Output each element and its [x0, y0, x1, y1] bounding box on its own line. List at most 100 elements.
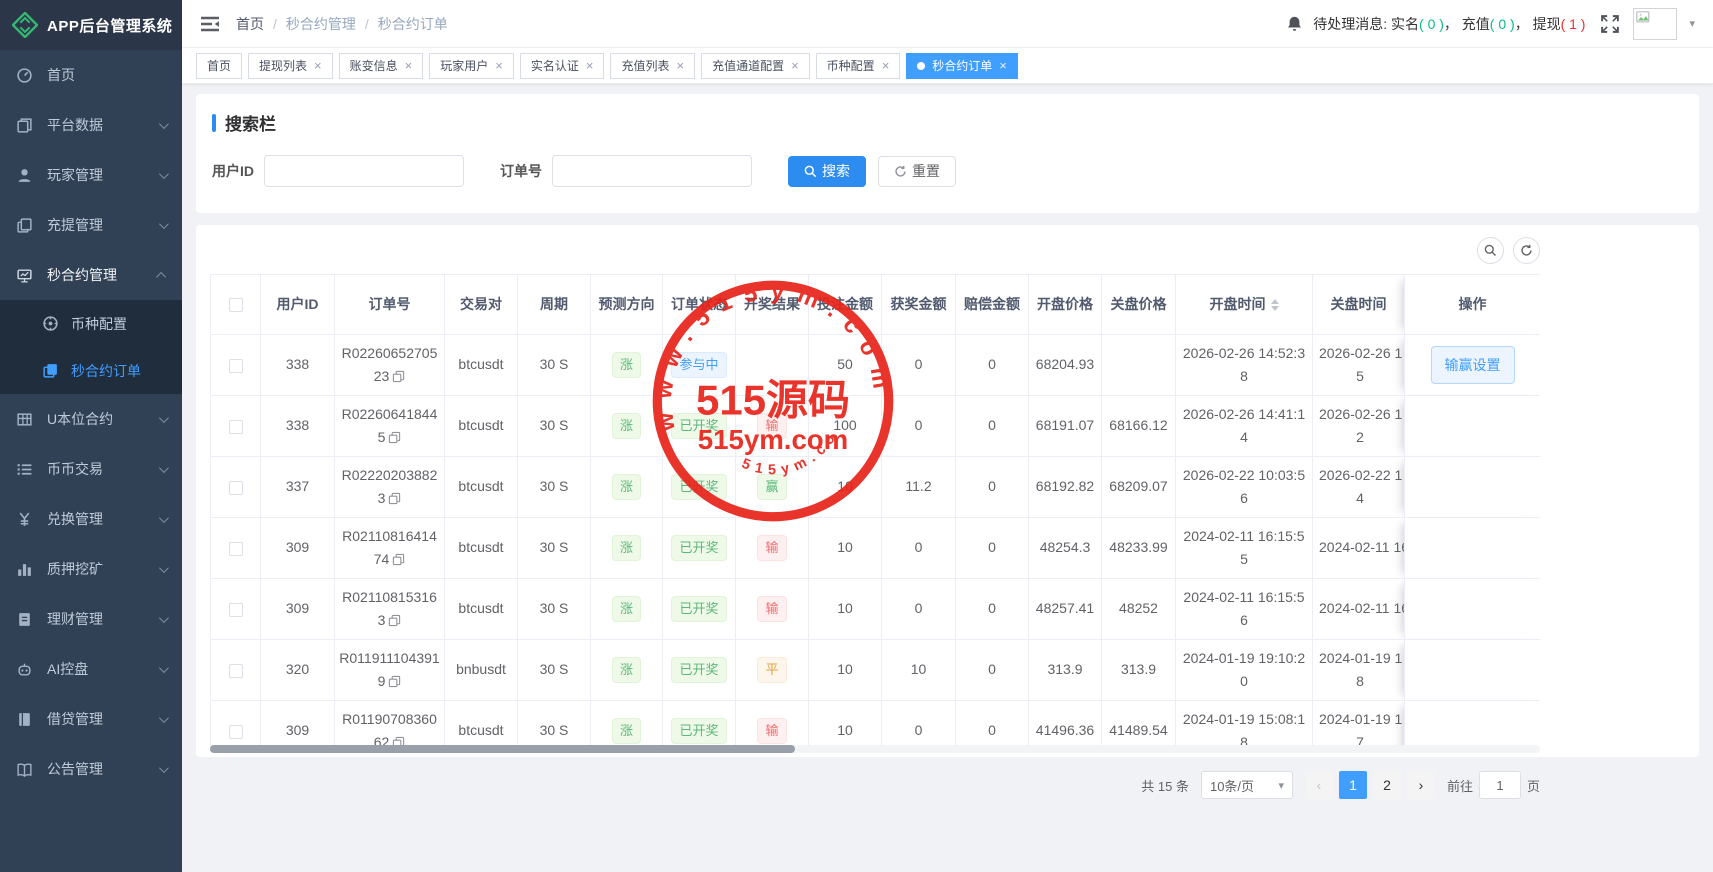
page-size-select[interactable]: 10条/页▾: [1201, 771, 1293, 799]
cell-direction: 涨: [591, 396, 663, 457]
prev-page-button[interactable]: ‹: [1305, 771, 1333, 799]
row-checkbox[interactable]: [229, 664, 243, 678]
row-checkbox[interactable]: [229, 359, 243, 373]
page-button-2[interactable]: 2: [1373, 771, 1401, 799]
row-checkbox[interactable]: [229, 725, 243, 739]
row-checkbox[interactable]: [229, 542, 243, 556]
chevron-down-icon: [159, 219, 169, 229]
copy-icon[interactable]: [388, 431, 401, 444]
cell-operation: [1405, 457, 1541, 518]
sidebar-item-seconds-orders[interactable]: 秒合约订单: [0, 347, 182, 394]
sidebar-item-deposit-withdraw[interactable]: 充提管理: [0, 200, 182, 250]
cell-status: 已开奖: [663, 518, 736, 579]
tab-recharge-channel-config[interactable]: 充值通道配置×: [701, 53, 810, 79]
scrollbar-thumb[interactable]: [210, 745, 795, 753]
header-result: 开奖结果: [736, 275, 809, 335]
tab-player-users[interactable]: 玩家用户×: [429, 53, 514, 79]
header-open-time[interactable]: 开盘时间: [1176, 275, 1313, 335]
win-lose-setting-button[interactable]: 输赢设置: [1431, 346, 1515, 384]
app-title: APP后台管理系统: [47, 15, 172, 36]
monitor-chart-icon: [16, 267, 33, 284]
copy-icon[interactable]: [388, 614, 401, 627]
hamburger-icon[interactable]: [200, 16, 220, 32]
close-icon[interactable]: ×: [791, 59, 799, 72]
page-button-1[interactable]: 1: [1339, 771, 1367, 799]
cell-select: [211, 579, 261, 640]
cell-operation: [1405, 518, 1541, 579]
close-icon[interactable]: ×: [999, 59, 1007, 72]
search-form: 用户ID 订单号 搜索 重置: [212, 155, 1683, 187]
header-select-all: [211, 275, 261, 335]
tab-recharge-list[interactable]: 充值列表×: [610, 53, 695, 79]
tab-realname-auth[interactable]: 实名认证×: [520, 53, 605, 79]
refresh-table-button[interactable]: [1513, 237, 1540, 264]
horizontal-scrollbar[interactable]: [210, 745, 1540, 753]
next-page-button[interactable]: ›: [1407, 771, 1435, 799]
sidebar-item-players[interactable]: 玩家管理: [0, 150, 182, 200]
topbar-right: 待处理消息: 实名( 0 )， 充值( 0 )， 提现( 1 ) ▾: [1286, 8, 1695, 40]
row-checkbox[interactable]: [229, 481, 243, 495]
sidebar-item-announcements[interactable]: 公告管理: [0, 744, 182, 794]
active-dot-icon: [917, 62, 925, 70]
tab-home[interactable]: 首页: [196, 53, 242, 79]
cell-bet: 50: [809, 335, 882, 396]
tab-account-changes[interactable]: 账变信息×: [339, 53, 424, 79]
broken-image-icon: [1636, 11, 1654, 27]
sidebar-item-u-contract[interactable]: U本位合约: [0, 394, 182, 444]
sidebar-item-seconds-contract[interactable]: 秒合约管理: [0, 250, 182, 300]
copy-icon[interactable]: [388, 492, 401, 505]
user-id-input[interactable]: [264, 155, 464, 187]
bell-icon[interactable]: [1286, 15, 1303, 33]
header-win: 获奖金额: [882, 275, 956, 335]
copy-icon[interactable]: [388, 675, 401, 688]
tab-withdraw-list[interactable]: 提现列表×: [248, 53, 333, 79]
cell-win: 0: [882, 396, 956, 457]
sidebar-item-label: 首页: [47, 65, 75, 85]
row-checkbox[interactable]: [229, 420, 243, 434]
row-checkbox[interactable]: [229, 603, 243, 617]
close-icon[interactable]: ×: [586, 59, 594, 72]
close-icon[interactable]: ×: [676, 59, 684, 72]
tab-seconds-orders-active[interactable]: 秒合约订单×: [906, 53, 1018, 79]
breadcrumb-item-home[interactable]: 首页: [236, 14, 264, 34]
cell-select: [211, 457, 261, 518]
copy-icon[interactable]: [392, 370, 405, 383]
cell-close-time: 2024-02-11 16: [1313, 518, 1405, 579]
avatar[interactable]: [1633, 8, 1677, 40]
copy-icon[interactable]: [392, 553, 405, 566]
cell-result: 输: [736, 518, 809, 579]
cell-select: [211, 335, 261, 396]
direction-tag: 涨: [612, 413, 641, 440]
cell-close-price: 68166.12: [1102, 396, 1176, 457]
close-icon[interactable]: ×: [405, 59, 413, 72]
close-icon[interactable]: ×: [882, 59, 890, 72]
sidebar-item-ai-control[interactable]: AI控盘: [0, 644, 182, 694]
tab-coin-config[interactable]: 币种配置×: [816, 53, 901, 79]
sidebar-item-spot-trade[interactable]: 币币交易: [0, 444, 182, 494]
fullscreen-icon[interactable]: [1601, 15, 1619, 33]
reset-button[interactable]: 重置: [878, 156, 956, 187]
sidebar-item-home[interactable]: 首页: [0, 50, 182, 100]
caret-down-icon[interactable]: ▾: [1689, 17, 1695, 30]
close-icon[interactable]: ×: [314, 59, 322, 72]
header-bet: 投注金额: [809, 275, 882, 335]
sidebar-item-exchange[interactable]: 兑换管理: [0, 494, 182, 544]
list-icon: [16, 461, 33, 478]
breadcrumb-item[interactable]: 秒合约管理: [286, 14, 356, 34]
close-icon[interactable]: ×: [495, 59, 503, 72]
sort-icon[interactable]: [1271, 299, 1279, 311]
result-tag: 输: [757, 596, 786, 623]
order-no-input[interactable]: [552, 155, 752, 187]
sidebar-item-wealth[interactable]: 理财管理: [0, 594, 182, 644]
search-button[interactable]: 搜索: [788, 156, 866, 187]
sidebar-item-platform-data[interactable]: 平台数据: [0, 100, 182, 150]
cell-user-id: 320: [261, 640, 335, 701]
sidebar-item-loans[interactable]: 借贷管理: [0, 694, 182, 744]
select-all-checkbox[interactable]: [229, 298, 243, 312]
goto-page-input[interactable]: [1479, 771, 1521, 799]
chevron-down-icon: [159, 169, 169, 179]
sidebar-item-coin-config[interactable]: 币种配置: [0, 300, 182, 347]
chevron-down-icon: [159, 563, 169, 573]
sidebar-item-staking[interactable]: 质押挖矿: [0, 544, 182, 594]
toggle-search-button[interactable]: [1477, 237, 1504, 264]
